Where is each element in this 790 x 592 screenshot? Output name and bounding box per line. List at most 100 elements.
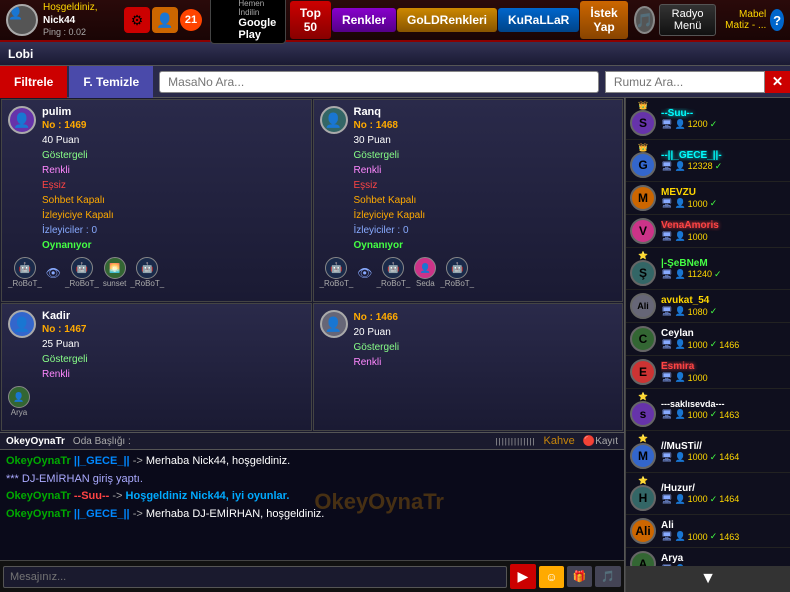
player-slot: 🤖 _RoBoT_ bbox=[8, 257, 42, 288]
radio-menu-button[interactable]: Radyo Menü bbox=[659, 4, 716, 36]
table-card[interactable]: 👤 Kadir No : 1467 25 Puan Göstergeli Ren… bbox=[1, 303, 312, 431]
avatar: 👤 bbox=[6, 4, 38, 36]
chat-message: OkeyOynaTr ||_GECE_|| -> Merhaba Nick44,… bbox=[6, 453, 618, 471]
notification-badge[interactable]: 21 bbox=[180, 9, 202, 31]
table-no: No : 1469 bbox=[42, 118, 305, 133]
chat-extra-button2[interactable]: 🎵 bbox=[595, 566, 621, 587]
eye-icon[interactable]: 👁 bbox=[46, 266, 61, 280]
table-no: No : 1466 bbox=[354, 310, 617, 325]
chat-nick[interactable]: ||_GECE_|| bbox=[74, 455, 130, 467]
table-owner-avatar: 👤 bbox=[320, 106, 348, 134]
lobi-label: Lobi bbox=[8, 47, 33, 61]
google-play-button[interactable]: ▶ Hemen İndilin Google Play bbox=[210, 0, 286, 44]
help-button[interactable]: ? bbox=[770, 9, 784, 31]
list-item[interactable]: V VenaAmoris 🖥 👤 1000 bbox=[626, 215, 790, 248]
chat-nick[interactable]: ||_GECE_|| bbox=[74, 508, 130, 520]
ping-text: Ping : 0.02 bbox=[43, 27, 97, 39]
settings-icon[interactable]: ⚙ bbox=[124, 7, 150, 33]
table-owner-name: pulim bbox=[42, 106, 305, 118]
chat-title: OkeyOynaTr bbox=[6, 436, 65, 447]
list-item[interactable]: Ali Ali 🖥 👤 1000 ✓ 1463 bbox=[626, 515, 790, 548]
list-item[interactable]: 👑 S --Suu-- 🖥 👤 1200 ✓ bbox=[626, 98, 790, 140]
list-item[interactable]: ⭐ Ş |-ŞeBNeM 🖥 👤 11240 ✓ bbox=[626, 248, 790, 290]
chat-text: Merhaba Nick44, hoşgeldiniz. bbox=[146, 455, 290, 467]
list-item[interactable]: M MEVZU 🖥 👤 1000 ✓ bbox=[626, 182, 790, 215]
chat-nick[interactable]: OkeyOynaTr bbox=[6, 455, 71, 467]
masa-search-input[interactable] bbox=[159, 71, 599, 93]
chat-sys-text: *** DJ-EMİRHAN giriş yaptı. bbox=[6, 473, 143, 485]
list-item[interactable]: ⭐ s ---saklısevda--- 🖥 👤 1000 ✓ 1463 bbox=[626, 389, 790, 431]
list-item[interactable]: A Arya 🖥 👤 1000 ✓ 1466 bbox=[626, 548, 790, 566]
top50-button[interactable]: Top 50 bbox=[290, 1, 331, 39]
renkler-button[interactable]: Renkler bbox=[332, 8, 396, 32]
google-play-small-text: Hemen İndilin bbox=[238, 0, 276, 17]
user-icon[interactable]: 👤 bbox=[152, 7, 178, 33]
user-avatar: E bbox=[630, 359, 656, 385]
table-info: No : 1467 25 Puan Göstergeli Renkli bbox=[42, 322, 305, 382]
chat-input[interactable] bbox=[3, 566, 507, 588]
player-slot: 🤖 _RoBoT_ bbox=[440, 257, 474, 288]
star-icon: ⭐ bbox=[638, 476, 648, 485]
username: Arya bbox=[661, 553, 786, 564]
scroll-down-button[interactable]: ▼ bbox=[626, 566, 790, 592]
table-card[interactable]: 👤 Ranq No : 1468 30 Puan Göstergeli Renk… bbox=[313, 99, 624, 302]
user-avatar: V bbox=[630, 218, 656, 244]
username: Nick44 bbox=[43, 14, 97, 27]
chat-emoji-button[interactable]: ☺ bbox=[539, 566, 563, 588]
rumuz-close-button[interactable]: ✕ bbox=[765, 71, 790, 93]
username: --||_GECE_||- bbox=[661, 150, 786, 161]
table-owner-avatar: 👤 bbox=[320, 310, 348, 338]
user-info: 👤 Hoşgeldiniz, Nick44 Ping : 0.02 bbox=[0, 1, 120, 39]
kahve-button[interactable]: Kahve bbox=[544, 435, 575, 447]
ftemizle-button[interactable]: F. Temizle bbox=[69, 66, 153, 98]
player-slot: 🤖 _RoBoT_ bbox=[65, 257, 99, 288]
list-item[interactable]: E Esmira 🖥 👤 1000 bbox=[626, 356, 790, 389]
rumuz-search-input[interactable] bbox=[605, 71, 765, 93]
kurallar-button[interactable]: KuRaLLaR bbox=[498, 8, 579, 32]
eye-icon[interactable]: 👁 bbox=[357, 266, 372, 280]
chat-text: Hoşgeldiniz Nick44, iyi oyunlar. bbox=[126, 490, 290, 502]
username: Ali bbox=[661, 520, 786, 531]
kayit-button[interactable]: 🔴Kayıt bbox=[583, 436, 618, 447]
main-layout: 👤 pulim No : 1469 40 Puan Göstergeli Ren… bbox=[0, 98, 790, 592]
chat-send-button[interactable]: ▶ bbox=[510, 564, 537, 589]
nav-icons-group: ⚙ 👤 21 bbox=[120, 7, 206, 33]
tables-grid: 👤 pulim No : 1469 40 Puan Göstergeli Ren… bbox=[0, 98, 624, 432]
chat-messages: OkeyOynaTr ||_GECE_|| -> Merhaba Nick44,… bbox=[0, 450, 624, 560]
list-item[interactable]: C Ceylan 🖥 👤 1000 ✓ 1466 bbox=[626, 323, 790, 356]
table-owner-avatar: 👤 bbox=[8, 310, 36, 338]
chat-message: *** DJ-EMİRHAN giriş yaptı. bbox=[6, 471, 618, 489]
chat-nick[interactable]: --Suu-- bbox=[74, 490, 109, 502]
table-card[interactable]: 👤 No : 1466 20 Puan Göstergeli Renkli bbox=[313, 303, 624, 431]
list-item[interactable]: ⭐ H /Huzur/ 🖥 👤 1000 ✓ 1464 bbox=[626, 473, 790, 515]
filtrele-button[interactable]: Filtrele bbox=[0, 66, 67, 98]
chat-extra-button1[interactable]: 🎁 bbox=[567, 566, 593, 587]
list-item[interactable]: Ali avukat_54 🖥 👤 1080 ✓ bbox=[626, 290, 790, 323]
user-avatar: G bbox=[630, 152, 656, 178]
user-avatar: M bbox=[630, 443, 656, 469]
username: /Huzur/ bbox=[661, 483, 786, 494]
username: Ceylan bbox=[661, 328, 786, 339]
chat-input-bar: ▶ ☺ 🎁 🎵 bbox=[0, 560, 624, 592]
rumuz-search-container: ✕ bbox=[605, 71, 790, 93]
user-avatar: s bbox=[630, 401, 656, 427]
gold-renkleri-button[interactable]: GoLDRenkleri bbox=[397, 8, 497, 32]
welcome-text: Hoşgeldiniz, bbox=[43, 1, 97, 14]
star-icon: ⭐ bbox=[638, 392, 648, 401]
chat-message: OkeyOynaTr --Suu-- -> Hoşgeldiniz Nick44… bbox=[6, 488, 618, 506]
chat-oda-label: Oda Başlığı : bbox=[73, 436, 131, 447]
list-item[interactable]: ⭐ M //MuSTi// 🖥 👤 1000 ✓ 1464 bbox=[626, 431, 790, 473]
table-card[interactable]: 👤 pulim No : 1469 40 Puan Göstergeli Ren… bbox=[1, 99, 312, 302]
list-item[interactable]: 👑 G --||_GECE_||- 🖥 👤 12328 ✓ bbox=[626, 140, 790, 182]
left-panel: 👤 pulim No : 1469 40 Puan Göstergeli Ren… bbox=[0, 98, 625, 592]
chat-nick[interactable]: OkeyOynaTr bbox=[6, 508, 71, 520]
table-info: No : 1469 40 Puan Göstergeli Renkli Eşsi… bbox=[42, 118, 305, 253]
player-slot: 🤖 _RoBoT_ bbox=[130, 257, 164, 288]
table-players: 🤖 _RoBoT_ 👁 🤖 _RoBoT_ 🌅 sunset 🤖 _R bbox=[8, 257, 305, 288]
user-avatar: A bbox=[630, 551, 656, 566]
user-avatar: M bbox=[630, 185, 656, 211]
istek-yap-button[interactable]: İstek Yap bbox=[580, 1, 627, 39]
chat-nick[interactable]: OkeyOynaTr bbox=[6, 490, 71, 502]
crown-icon: 👑 bbox=[638, 143, 648, 152]
radio-section: 🎵 Radyo Menü Mabel Matiz - ... ? bbox=[628, 4, 790, 36]
